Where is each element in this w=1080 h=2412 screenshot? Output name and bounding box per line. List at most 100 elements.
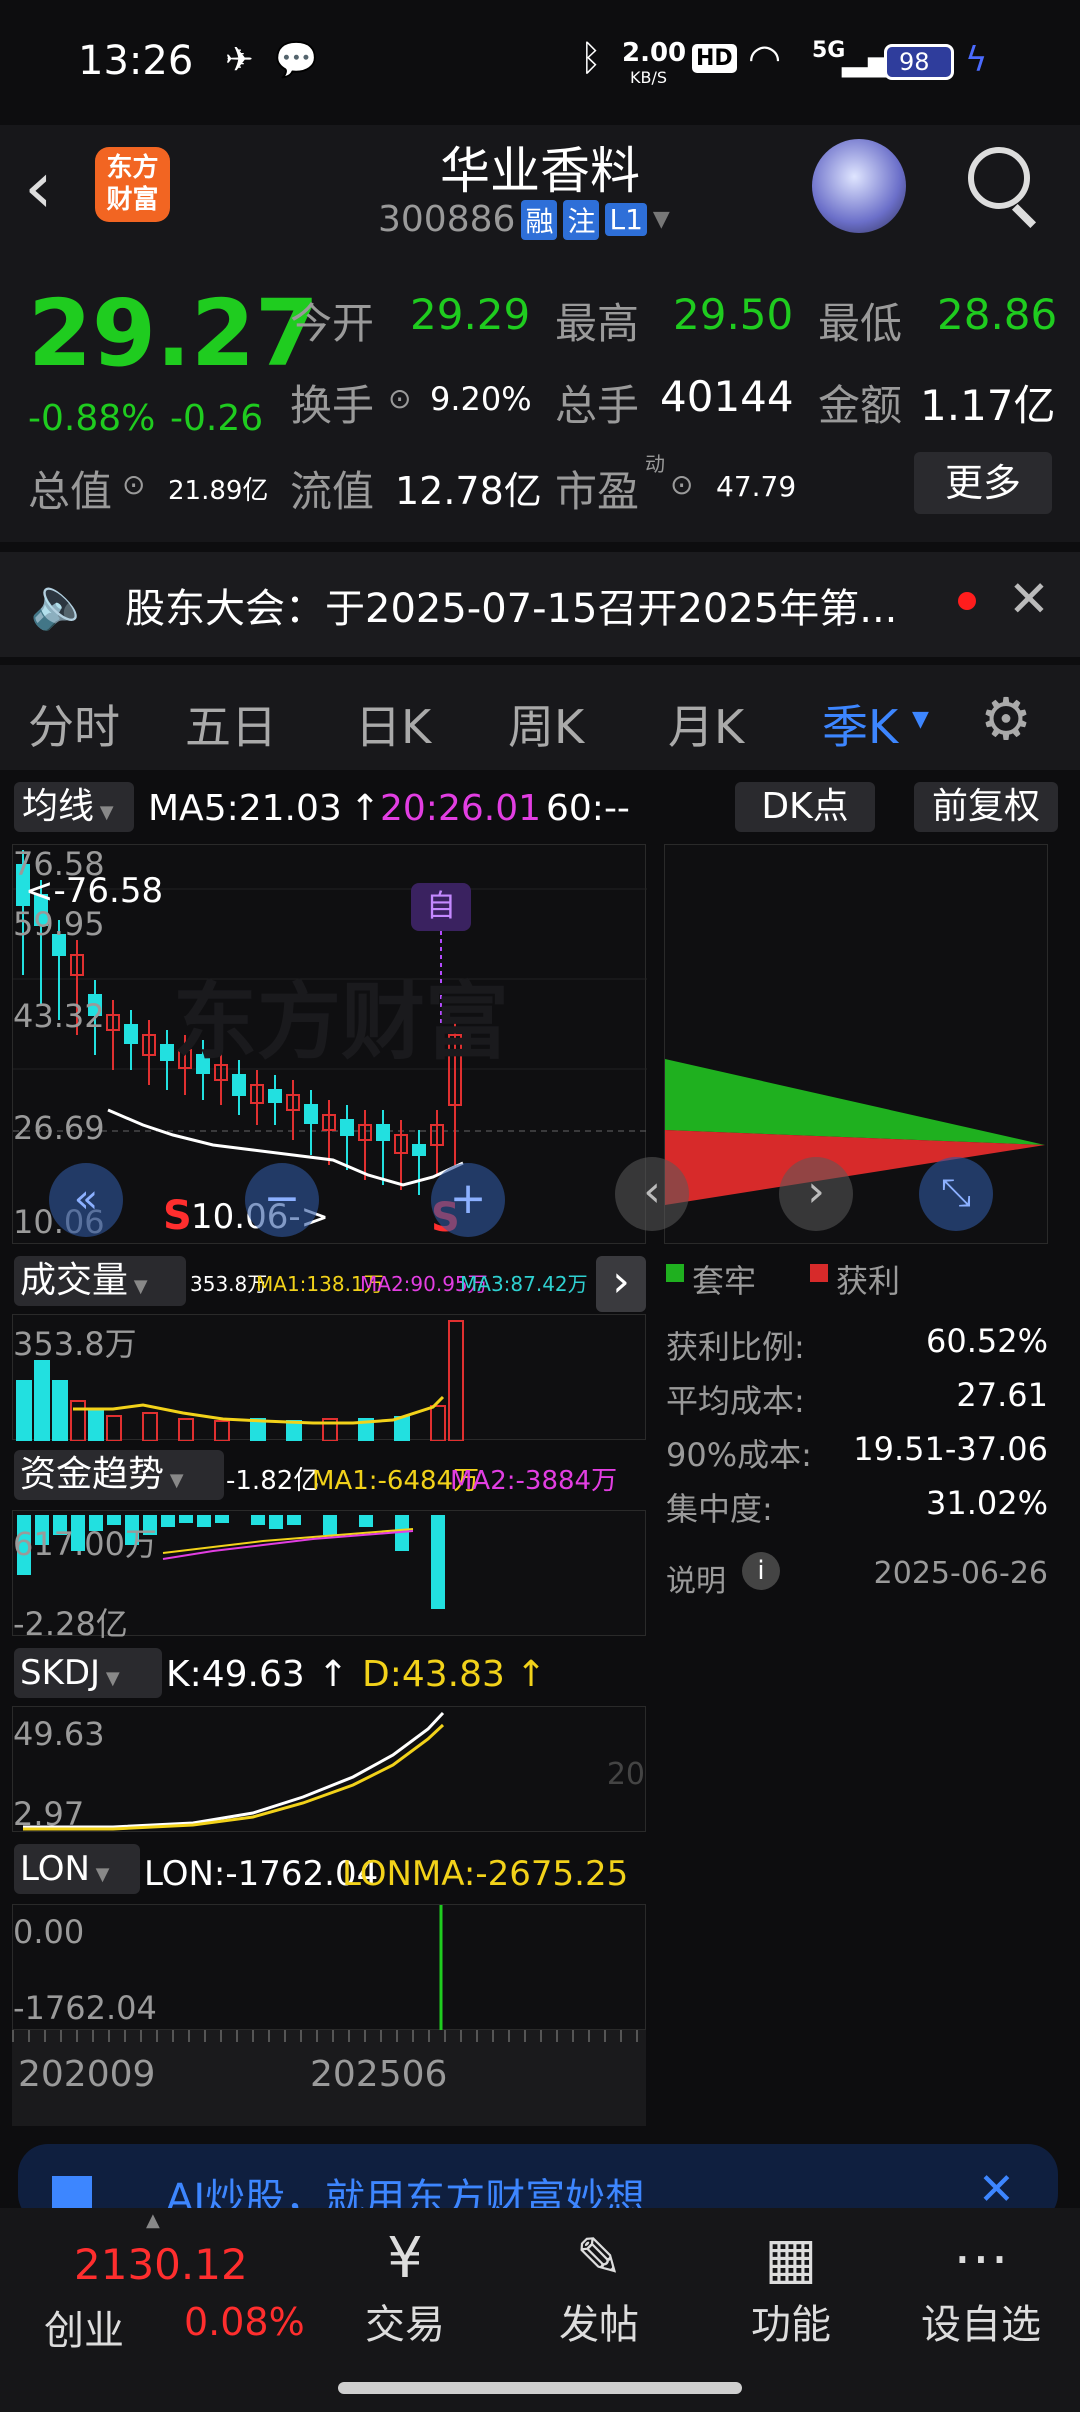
tag-registered: 注: [563, 199, 600, 240]
more-button[interactable]: 更多: [914, 452, 1052, 514]
tab-daily-k[interactable]: 日K: [355, 691, 431, 757]
fund-bar: [161, 1515, 175, 1527]
notice-bar[interactable]: 🔈 股东大会：于2025-07-15召开2025年第... ✕: [0, 552, 1080, 657]
tab-weekly-k[interactable]: 周K: [508, 691, 584, 757]
search-icon[interactable]: [968, 147, 1030, 209]
post-button[interactable]: ✎ 发帖: [534, 2226, 664, 2350]
dk-point-button[interactable]: DK点: [735, 782, 875, 832]
fund-bar: [269, 1515, 283, 1529]
net-speed-value: 2.00: [622, 38, 687, 68]
chevron-left-icon[interactable]: ‹: [615, 1157, 689, 1231]
lon-selector[interactable]: LON ▼: [14, 1844, 140, 1894]
info-icon[interactable]: ⊙: [122, 468, 145, 501]
wechat-icon: 💬: [275, 40, 318, 80]
up-arrow-icon: ↑: [516, 1654, 547, 1695]
period-tabs: 分时 五日 日K 周K 月K 季K ▼ ⚙: [0, 665, 1080, 770]
float-cap-value: 12.78亿: [395, 469, 542, 513]
chip-stat-value: 27.61: [956, 1376, 1048, 1414]
caret-up-icon[interactable]: ▲: [146, 2210, 160, 2231]
ma60-value: 60:--: [546, 788, 630, 829]
x-axis-label: 202009: [18, 2054, 156, 2095]
search-icon-handle: [1011, 203, 1037, 229]
fund-bar: [431, 1515, 445, 1609]
fund-selector[interactable]: 资金趋势 ▼: [14, 1450, 224, 1500]
volume-value: 40144: [660, 372, 794, 421]
wifi-icon: ◠: [748, 36, 782, 80]
profit-legend-swatch: [810, 1264, 828, 1282]
tag-margin: 融: [521, 199, 558, 240]
ma-selector-label: 均线: [22, 786, 95, 827]
add-watchlist-button[interactable]: ⋯ 设自选: [906, 2226, 1056, 2350]
watermark: 东方财富: [173, 973, 510, 1071]
trade-button[interactable]: ¥ 交易: [340, 2226, 470, 2350]
tab-quarterly-k[interactable]: 季K: [822, 691, 898, 757]
chevron-down-icon[interactable]: ▼: [912, 707, 929, 732]
x-axis: 202009 202506: [12, 2030, 646, 2126]
tab-five-day[interactable]: 五日: [185, 691, 277, 757]
pe-value: 47.79: [716, 470, 797, 503]
home-indicator[interactable]: [338, 2382, 742, 2394]
volume-panel: 353.8万: [12, 1314, 646, 1441]
robot-assistant-icon[interactable]: [812, 139, 906, 233]
tag-l1: L1: [605, 203, 647, 236]
fund-panel: 617.00万 -2.28亿: [12, 1510, 646, 1643]
more-icon: ⋯: [953, 2226, 1009, 2291]
explain-label[interactable]: 说明: [666, 1556, 726, 1600]
bluetooth-icon: ᛒ: [580, 38, 602, 79]
skdj-reference: 20: [606, 1757, 645, 1792]
stock-code: 300886: [378, 199, 516, 240]
chip-date: 2025-06-26: [873, 1556, 1048, 1591]
skdj-selector[interactable]: SKDJ ▼: [14, 1648, 162, 1698]
low-value: 28.86: [937, 290, 1058, 339]
lon-selector-label: LON: [20, 1849, 90, 1889]
skdj-svg: [23, 1711, 445, 1831]
volume-bar: [106, 1415, 122, 1441]
tab-monthly-k[interactable]: 月K: [668, 691, 744, 757]
trapped-legend-label: 套牢: [692, 1262, 757, 1300]
self-select-marker[interactable]: 自: [411, 883, 471, 931]
pe-superscript: 动: [645, 452, 665, 476]
ma-selector[interactable]: 均线 ▼: [14, 782, 134, 832]
x-axis-label: 202506: [310, 2054, 448, 2095]
candle-body: [268, 1089, 282, 1103]
zoom-out-icon[interactable]: −: [245, 1163, 319, 1237]
kline-panel[interactable]: 东方财富 76.58 59.95 43.32 26.69 10.06 <-76.…: [12, 844, 647, 1244]
info-icon[interactable]: ⊙: [670, 468, 693, 501]
volume-bar: [88, 1410, 104, 1441]
volume-label: 总手: [555, 381, 640, 430]
lon-panel: 0.00 -1762.04: [12, 1904, 646, 2031]
ma20-value: 20:26.01: [380, 788, 541, 829]
chevron-right-icon[interactable]: ›: [779, 1157, 853, 1231]
fund-header: 资金趋势 ▼ -1.82亿 MA1:-6484万 MA2:-3884万: [0, 1446, 650, 1508]
info-icon[interactable]: i: [742, 1552, 780, 1590]
scroll-left-icon[interactable]: «: [49, 1163, 123, 1237]
battery-level: 98: [899, 48, 930, 76]
gear-icon[interactable]: ⚙: [980, 685, 1032, 753]
notice-text: 股东大会：于2025-07-15召开2025年第...: [125, 586, 898, 632]
y-label: 43.32: [13, 997, 105, 1035]
high-value: 29.50: [673, 290, 794, 339]
candle-body: [124, 1024, 138, 1044]
profit-legend-label: 获利: [836, 1262, 901, 1300]
expand-icon[interactable]: ⤡: [919, 1157, 993, 1231]
zoom-in-icon[interactable]: +: [431, 1163, 505, 1237]
y-label: 26.69: [13, 1109, 105, 1147]
functions-button[interactable]: ▦ 功能: [726, 2226, 856, 2350]
skdj-axis-top: 49.63: [13, 1715, 105, 1753]
chip-stat-label: 集中度:: [666, 1490, 773, 1528]
chevron-right-icon[interactable]: ›: [596, 1256, 646, 1312]
volume-bar: [394, 1416, 410, 1441]
amount-value: 1.17亿: [920, 381, 1056, 430]
volume-selector-label: 成交量: [20, 1260, 129, 1301]
adjust-button[interactable]: 前复权: [914, 782, 1058, 832]
volume-axis-top: 353.8万: [13, 1325, 137, 1363]
candle-body: [304, 1104, 318, 1124]
status-time: 13:26: [78, 38, 194, 84]
market-cap-label: 总值: [28, 467, 113, 516]
candle-body: [412, 1144, 426, 1156]
tab-timeshare[interactable]: 分时: [28, 691, 120, 757]
close-icon[interactable]: ✕: [1008, 570, 1050, 628]
info-icon[interactable]: ⊙: [388, 382, 411, 415]
chevron-down-icon[interactable]: ▼: [653, 207, 670, 232]
volume-selector[interactable]: 成交量 ▼: [14, 1256, 186, 1306]
